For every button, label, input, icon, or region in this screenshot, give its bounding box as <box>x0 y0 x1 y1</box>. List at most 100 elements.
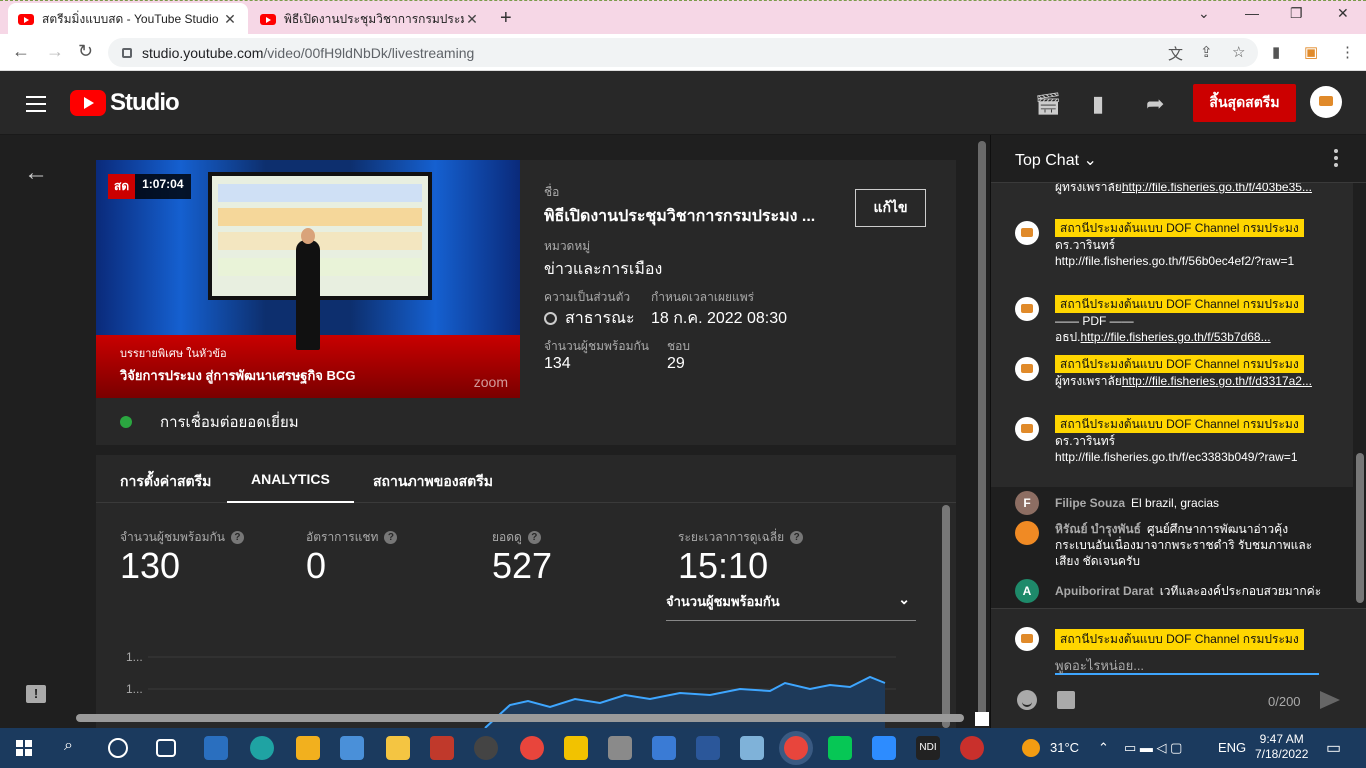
help-icon[interactable]: ? <box>790 531 804 544</box>
search-icon[interactable]: ⌕ <box>64 737 73 755</box>
clock[interactable]: 9:47 AM 7/18/2022 <box>1255 732 1308 762</box>
url-path: /video/00fH9ldNbDk/livestreaming <box>263 44 475 61</box>
author-badge[interactable]: สถานีประมงต้นแบบ DOF Channel กรมประมง <box>1055 295 1304 313</box>
chat-message-input[interactable]: พูดอะไรหน่อย... <box>1055 655 1319 675</box>
new-tab-button[interactable]: + <box>500 7 512 30</box>
app-icon[interactable] <box>430 736 454 760</box>
browser-tab-studio[interactable]: สตรีมมิ่งแบบสด - YouTube Studio ✕ <box>8 3 248 35</box>
menu-icon[interactable] <box>26 96 46 117</box>
close-window-icon[interactable]: ✕ <box>1337 5 1349 22</box>
chrome-active-icon[interactable] <box>784 736 808 760</box>
analytics-card: การตั้งค่าสตรีม ANALYTICS สถานภาพของสตรี… <box>96 455 956 728</box>
video-preview[interactable]: บรรยายพิเศษ ในหัวข้อ วิจัยการประมง สู่กา… <box>96 160 520 398</box>
ndi-icon[interactable]: NDI <box>916 736 940 760</box>
metric-select[interactable]: จำนวนผู้ชมพร้อมกัน ⌄ <box>666 591 916 621</box>
end-stream-button[interactable]: สิ้นสุดสตรีม <box>1193 84 1296 122</box>
url-input[interactable]: studio.youtube.com/video/00fH9ldNbDk/liv… <box>108 38 1258 67</box>
more-options-icon[interactable] <box>1334 149 1338 170</box>
chat-author[interactable]: Apuiborirat Darat <box>1055 584 1154 598</box>
extension-icon[interactable]: ▣ <box>1304 43 1318 61</box>
close-icon[interactable]: ✕ <box>222 11 238 28</box>
avatar[interactable] <box>1015 221 1039 245</box>
tab-stream-health[interactable]: สถานภาพของสตรีม <box>373 471 493 493</box>
back-arrow-icon[interactable]: ← <box>24 159 48 187</box>
chat-author[interactable]: หิรัณย์ บำรุงพันธ์ <box>1055 522 1141 536</box>
zoom-icon[interactable] <box>872 736 896 760</box>
avatar[interactable] <box>1310 86 1342 118</box>
analytics-scrollbar[interactable] <box>942 505 950 728</box>
minimize-icon[interactable]: — <box>1245 5 1259 21</box>
side-panel-icon[interactable]: ▮ <box>1272 43 1280 61</box>
help-icon[interactable]: ? <box>230 531 244 544</box>
tab-analytics[interactable]: ANALYTICS <box>227 471 354 503</box>
help-icon[interactable]: ? <box>384 531 398 544</box>
forward-icon[interactable]: → <box>46 41 64 62</box>
feedback-icon[interactable]: ! <box>26 685 46 703</box>
edge-icon[interactable] <box>250 736 274 760</box>
reload-icon[interactable]: ↻ <box>78 41 93 62</box>
mail-icon[interactable] <box>340 736 364 760</box>
tab-stream-settings[interactable]: การตั้งค่าสตรีม <box>120 471 211 493</box>
schedule-label: กำหนดเวลาเผยแพร่ <box>651 290 755 304</box>
clapper-icon[interactable]: 🎬︎ <box>1034 91 1062 117</box>
avatar[interactable] <box>1015 417 1039 441</box>
chat-scrollbar[interactable] <box>1356 183 1364 608</box>
chevron-up-icon[interactable]: ⌃ <box>1098 740 1109 756</box>
app-icon[interactable] <box>696 736 720 760</box>
restore-icon[interactable]: ❐ <box>1290 5 1303 22</box>
chat-author[interactable]: Filipe Souza <box>1055 496 1125 510</box>
share-arrow-icon[interactable]: ➦ <box>1146 91 1164 117</box>
powerbi-icon[interactable] <box>564 736 588 760</box>
back-icon[interactable]: ← <box>12 41 30 62</box>
chat-link[interactable]: http://file.fisheries.go.th/f/53b7d68... <box>1080 330 1270 344</box>
python-icon[interactable] <box>652 736 676 760</box>
author-badge[interactable]: สถานีประมงต้นแบบ DOF Channel กรมประมง <box>1055 355 1304 373</box>
author-badge[interactable]: สถานีประมงต้นแบบ DOF Channel กรมประมง <box>1055 219 1304 237</box>
temperature[interactable]: 31°C <box>1050 740 1079 755</box>
avatar[interactable]: F <box>1015 491 1039 515</box>
help-icon[interactable]: ? <box>527 531 541 544</box>
poll-icon[interactable] <box>1057 691 1075 709</box>
horizontal-scrollbar[interactable] <box>76 714 964 722</box>
language-indicator[interactable]: ENG <box>1218 740 1246 755</box>
avatar[interactable] <box>1015 297 1039 321</box>
weather-icon[interactable] <box>1022 739 1040 757</box>
chrome-icon[interactable] <box>520 736 544 760</box>
bookmark-icon[interactable]: ▮ <box>1092 91 1104 117</box>
close-icon[interactable]: ✕ <box>464 11 480 28</box>
studio-logo[interactable]: Studio <box>70 89 180 117</box>
share-icon[interactable]: ⇪ <box>1200 43 1213 61</box>
chat-text: สถานีประมงต้นแบบ DOF Channel กรมประมง ผู… <box>1055 355 1312 388</box>
video-title: พิธีเปิดงานประชุมวิชาการกรมประมง ... <box>544 208 816 225</box>
emoji-icon[interactable] <box>1017 690 1037 710</box>
main-scrollbar[interactable] <box>978 141 986 721</box>
avatar[interactable] <box>1015 357 1039 381</box>
tray-icons[interactable]: ▭ ▬ ◁ ▢ <box>1124 740 1182 756</box>
store-icon[interactable] <box>296 736 320 760</box>
file-explorer-icon[interactable] <box>386 736 410 760</box>
avatar[interactable] <box>1015 521 1039 545</box>
avatar[interactable]: A <box>1015 579 1039 603</box>
metric-value-chat-rate: 0 <box>306 545 327 586</box>
cortana-icon[interactable] <box>108 738 128 758</box>
tab-search-icon[interactable]: ⌄ <box>1198 5 1210 22</box>
browser-tab-video[interactable]: พิธีเปิดงานประชุมวิชาการกรมประมง ปี ✕ <box>250 3 490 35</box>
line-icon[interactable] <box>828 736 852 760</box>
windows-start-icon[interactable] <box>16 740 32 756</box>
task-view-icon[interactable] <box>156 739 176 757</box>
translate-icon[interactable]: 文 <box>1168 43 1183 64</box>
app-icon[interactable] <box>960 736 984 760</box>
author-badge[interactable]: สถานีประมงต้นแบบ DOF Channel กรมประมง <box>1055 415 1304 433</box>
bookmark-star-icon[interactable]: ☆ <box>1232 43 1245 61</box>
powershell-icon[interactable] <box>204 736 228 760</box>
chat-link[interactable]: http://file.fisheries.go.th/f/403be35... <box>1122 183 1312 194</box>
app-icon[interactable] <box>608 736 632 760</box>
chat-link[interactable]: http://file.fisheries.go.th/f/d3317a2... <box>1122 374 1312 388</box>
app-icon[interactable] <box>740 736 764 760</box>
obs-icon[interactable] <box>474 736 498 760</box>
notification-icon[interactable]: ▭ <box>1326 738 1341 758</box>
menu-icon[interactable]: ⋮ <box>1340 43 1355 61</box>
send-icon[interactable] <box>1320 691 1340 709</box>
chat-mode-select[interactable]: Top Chat ⌄ <box>1015 150 1097 170</box>
edit-button[interactable]: แก้ไข <box>855 189 926 227</box>
